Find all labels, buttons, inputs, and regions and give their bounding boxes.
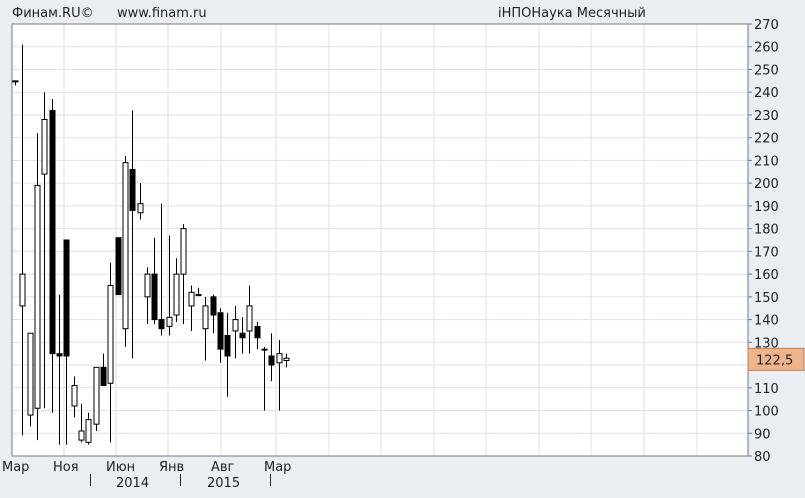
candle-up <box>78 430 85 441</box>
y-tick-label: 180 <box>754 223 779 238</box>
candle-up <box>12 80 19 83</box>
x-month-label: Ноя <box>53 460 79 475</box>
y-tick-label: 260 <box>754 41 779 56</box>
plot-area <box>12 24 748 456</box>
candle-up <box>85 419 92 443</box>
y-tick-label: 170 <box>754 245 779 260</box>
y-tick-label: 190 <box>754 200 779 215</box>
candle-down <box>210 296 217 316</box>
x-month-label: Авг <box>211 460 235 475</box>
candle-down <box>129 169 136 211</box>
candle-down <box>224 334 231 357</box>
y-tick-label: 100 <box>754 405 779 420</box>
candle-up <box>122 162 129 330</box>
candle-up <box>180 228 187 275</box>
candlestick-chart: 8090100110120130140150160170180190200210… <box>2 18 805 491</box>
y-tick-label: 250 <box>754 63 779 78</box>
y-tick-label: 200 <box>754 177 779 192</box>
candle-up <box>276 353 283 364</box>
candle-up <box>261 348 268 351</box>
candle-up <box>41 118 48 175</box>
last-price-label: 122,5 <box>756 353 793 368</box>
candle-up <box>71 385 78 407</box>
y-tick-label: 90 <box>754 427 771 442</box>
candle-down <box>239 332 246 339</box>
y-tick-label: 270 <box>754 18 779 33</box>
candle-up <box>19 273 26 307</box>
candle-down <box>151 273 158 321</box>
x-month-label: Янв <box>159 460 184 475</box>
y-tick-label: 220 <box>754 132 779 147</box>
x-year-label: 2014 <box>116 476 149 491</box>
candle-down <box>254 325 261 339</box>
y-tick-label: 80 <box>754 450 771 465</box>
candle-up <box>107 284 114 384</box>
candle-down <box>63 239 70 357</box>
y-tick-label: 230 <box>754 109 779 124</box>
candle-up <box>137 203 144 214</box>
x-year-label: 2015 <box>207 476 240 491</box>
candle-up <box>195 294 202 297</box>
x-month-label: Мар <box>2 460 29 475</box>
chart-container: Финам.RU© www.finam.ru iНПОНаука Месячны… <box>0 0 805 498</box>
x-month-label: Июн <box>106 460 135 475</box>
candle-up <box>93 366 100 425</box>
candle-down <box>217 312 224 350</box>
candle-up <box>202 305 209 330</box>
candle-up <box>188 291 195 307</box>
candle-down <box>100 366 107 387</box>
candle-down <box>49 109 56 355</box>
candle-down <box>158 319 165 330</box>
candle-up <box>166 316 173 327</box>
candle-up <box>246 305 253 332</box>
y-tick-label: 160 <box>754 268 779 283</box>
y-tick-label: 240 <box>754 86 779 101</box>
candle-down <box>115 237 122 296</box>
candle-up <box>232 319 239 332</box>
candle-down <box>268 355 275 366</box>
candle-up <box>27 332 34 416</box>
x-month-label: Мар <box>264 460 291 475</box>
candle-up <box>144 273 151 298</box>
y-tick-label: 150 <box>754 291 779 306</box>
candle-up <box>173 273 180 316</box>
y-tick-label: 140 <box>754 314 779 329</box>
y-tick-label: 110 <box>754 382 779 397</box>
candle-up <box>34 184 41 409</box>
y-tick-label: 210 <box>754 154 779 169</box>
candle-up <box>283 357 290 362</box>
candle-down <box>56 353 63 357</box>
